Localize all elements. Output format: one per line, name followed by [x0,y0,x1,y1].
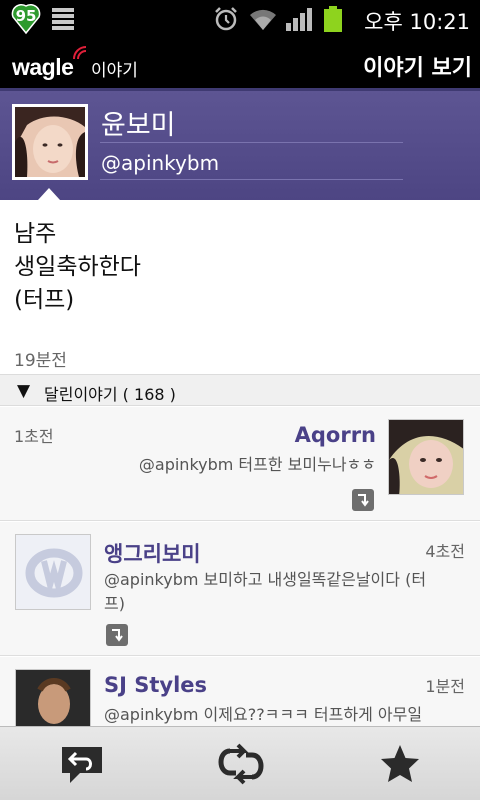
avatar[interactable] [15,534,91,610]
replies-header[interactable]: ▼ 달린이야기 ( 168 ) [0,374,480,406]
page-title: 이야기 보기 [363,56,472,81]
favorite-button[interactable] [378,743,426,785]
badge-number: 95 [15,7,37,25]
avatar[interactable] [388,419,464,495]
retweet-button[interactable] [216,743,264,785]
storage-bars-icon [52,8,74,30]
logo-wave-icon [73,46,87,60]
reply-time: 1분전 [425,677,465,696]
alarm-icon [215,7,237,31]
profile-handle[interactable]: @apinkybm [101,151,219,175]
bottom-toolbar [0,726,480,800]
post-time: 19분전 [14,351,67,371]
profile-header[interactable]: 윤보미 @apinkybm [0,88,480,200]
screen: 95 오후 10:21 wagle 이야기 이야기 보기 윤보미 @apinky… [0,0,480,800]
battery-icon [324,6,342,32]
reply-author[interactable]: SJ Styles [104,673,207,697]
profile-name: 윤보미 [101,110,176,141]
reply-action-icon[interactable] [352,489,374,511]
replies-count-label: 달린이야기 ( 168 ) [44,385,176,404]
reply-time: 1초전 [14,427,54,446]
reply-time: 4초전 [425,542,465,561]
pointer-arrow [38,188,60,200]
list-item[interactable]: SJ Styles 1분전 @apinkybm 이제요??ㅋㅋㅋ 터프하게 아무… [0,657,480,745]
reply-action-icon[interactable] [106,624,128,646]
wifi-icon [250,9,276,30]
divider [100,142,403,143]
divider [100,179,403,180]
reply-author[interactable]: Aqorrn [295,423,376,447]
reply-icon [62,747,102,783]
retweet-icon [218,743,264,785]
status-time: 오후 10:21 [364,10,470,34]
app-logo-sub: 이야기 [91,61,138,81]
avatar[interactable] [12,104,88,180]
list-item[interactable]: 1초전 Aqorrn @apinkybm 터프한 보미누나ㅎㅎ [0,407,480,521]
star-icon [381,745,419,782]
reply-text: @apinkybm 터프한 보미누나ㅎㅎ [138,455,376,474]
app-logo: wagle [12,54,74,80]
app-bar: wagle 이야기 이야기 보기 [0,38,480,88]
status-bar: 95 오후 10:21 [0,0,480,38]
reply-button[interactable] [58,743,106,785]
post-text: 남주 생일축하한다 (터프) [14,221,141,313]
collapse-triangle-icon: ▼ [17,381,31,401]
list-item[interactable]: 앵그리보미 4초전 @apinkybm 보미하고 내생일똑같은날이다 (터프) [0,522,480,656]
reply-author[interactable]: 앵그리보미 [104,538,201,568]
reply-text: @apinkybm 보미하고 내생일똑같은날이다 (터프) [104,570,427,613]
reply-text: @apinkybm 이제요??ㅋㅋㅋ 터프하게 아무일 [104,705,423,724]
notification-badge-icon: 95 [8,3,44,35]
signal-icon [286,8,312,31]
